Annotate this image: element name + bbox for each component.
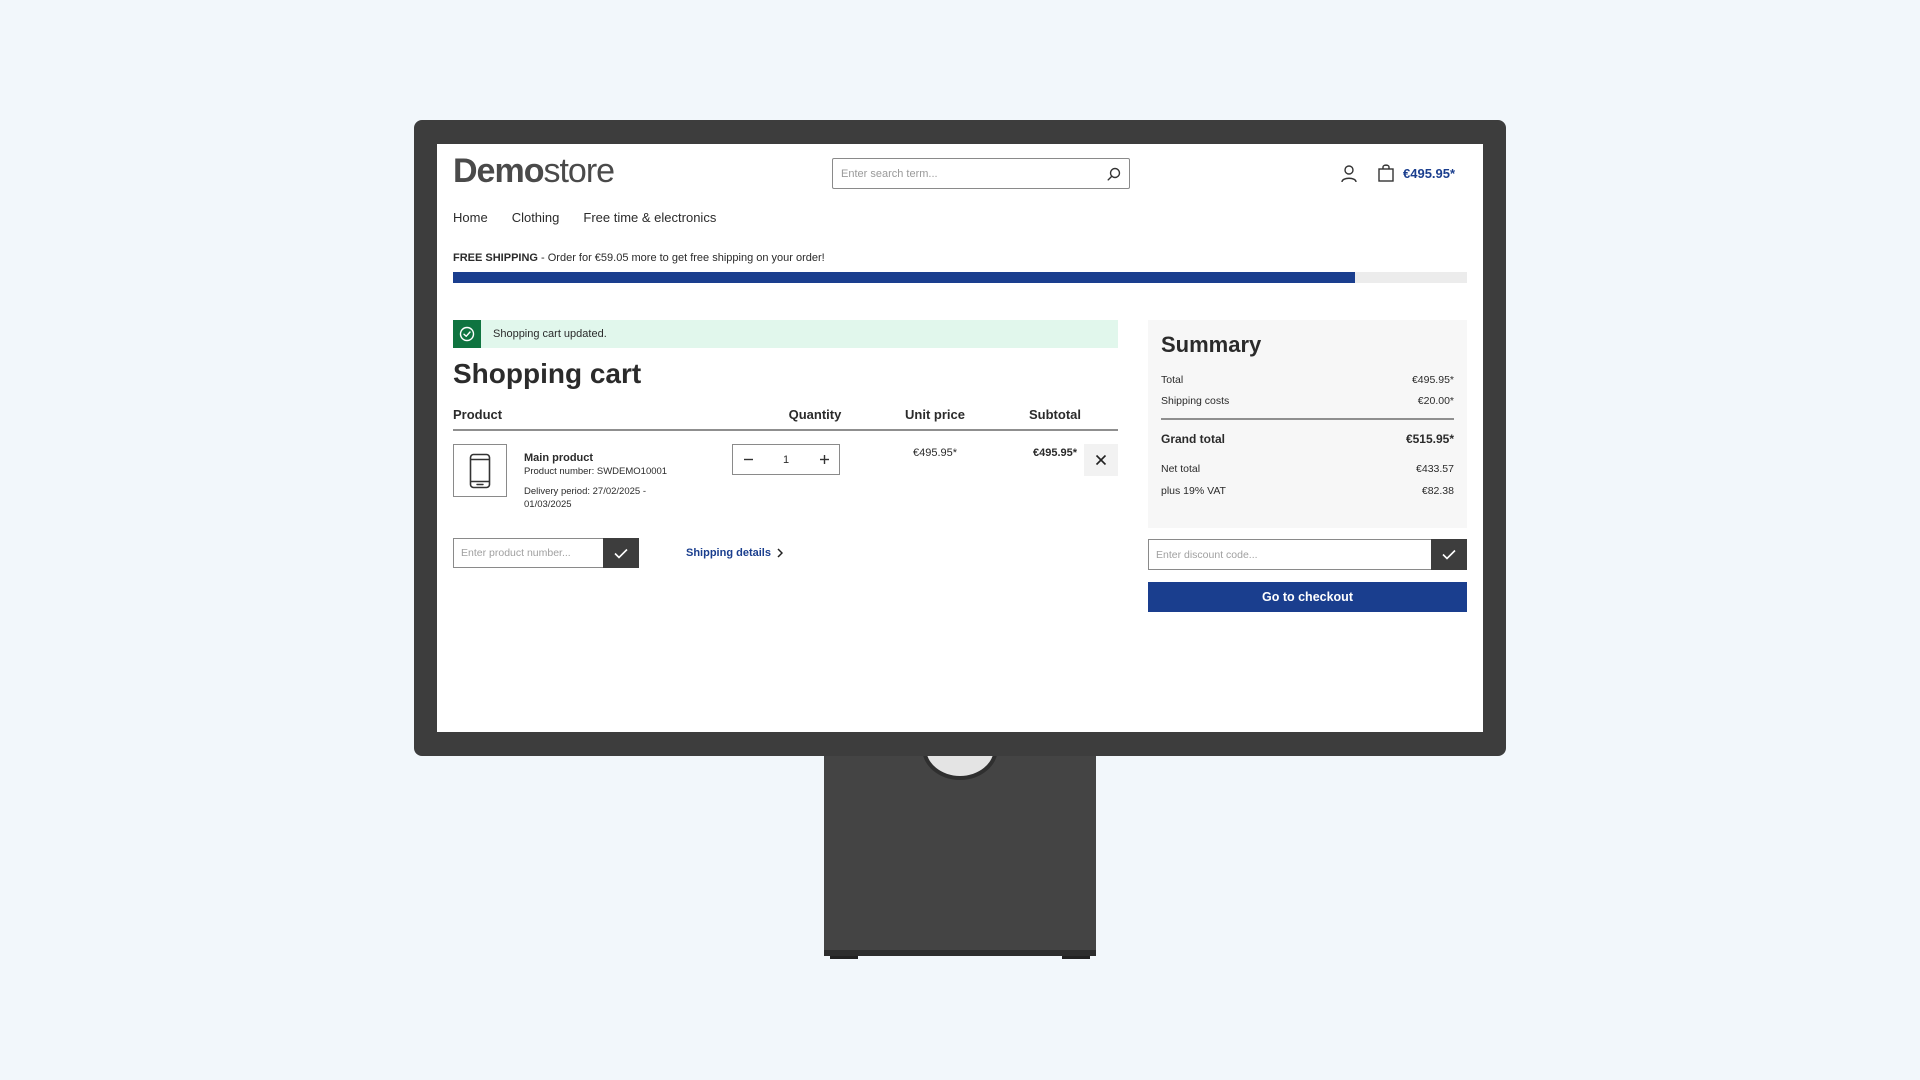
product-number: Product number: SWDEMO10001 [524,466,668,477]
monitor-stand-base [824,950,1096,956]
column-header-quantity: Quantity [788,407,842,422]
search-input[interactable] [841,167,1107,180]
summary-row-total: Total €495.95* [1161,374,1454,386]
summary-grand-total-label: Grand total [1161,432,1226,446]
checkmark-icon [614,548,628,559]
summary-total-label: Total [1161,374,1184,386]
column-header-unit-price: Unit price [905,407,965,422]
main-navigation: Home Clothing Free time & electronics [453,210,716,225]
chevron-right-icon [777,548,783,558]
minus-icon [743,458,753,461]
search-icon[interactable] [1107,167,1121,181]
account-icon[interactable] [1340,164,1358,184]
summary-title: Summary [1161,332,1262,357]
monitor-stand [824,756,1096,956]
product-image[interactable] [453,444,507,497]
free-shipping-label: FREE SHIPPING [453,252,538,264]
header-cart-total[interactable]: €495.95* [1403,166,1455,181]
check-circle-icon [459,326,475,342]
free-shipping-progress-bar [453,272,1467,283]
monitor-foot [1062,956,1090,959]
summary-net-total-label: Net total [1161,463,1201,475]
quantity-value[interactable]: 1 [763,454,809,466]
page-title: Shopping cart [453,358,642,389]
order-summary: Summary Total €495.95* Shipping costs €2… [1148,320,1467,528]
shipping-details-label: Shipping details [686,547,771,559]
add-product-button[interactable] [603,538,639,568]
summary-divider [1161,418,1454,420]
close-icon [1095,454,1107,466]
alert-message: Shopping cart updated. [493,328,607,340]
nav-item-home[interactable]: Home [453,210,488,225]
remove-item-button[interactable] [1084,444,1118,476]
search-bar [832,158,1130,189]
checkmark-icon [1442,549,1456,560]
free-shipping-message: FREE SHIPPING - Order for €59.05 more to… [453,252,825,264]
product-number-input[interactable] [453,538,603,568]
shopping-bag-icon[interactable] [1377,163,1395,183]
summary-row-vat: plus 19% VAT €82.38 [1161,485,1454,497]
table-divider [453,429,1118,431]
store-logo[interactable]: Demostore [453,152,615,191]
free-shipping-text: - Order for €59.05 more to get free ship… [537,252,825,264]
column-header-product: Product [453,407,503,422]
decrease-quantity-button[interactable] [733,445,763,474]
monitor-foot [830,956,858,959]
summary-grand-total-value: €515.95* [1405,432,1454,446]
shipping-details-link[interactable]: Shipping details [686,547,783,559]
alert-icon-box [453,320,481,348]
summary-total-value: €495.95* [1411,374,1454,386]
cart-updated-alert: Shopping cart updated. [453,320,1118,348]
free-shipping-progress-fill [453,272,1356,283]
item-unit-price: €495.95* [912,447,958,459]
summary-row-net-total: Net total €433.57 [1161,463,1454,475]
apply-discount-button[interactable] [1431,539,1467,570]
nav-item-free-time-electronics[interactable]: Free time & electronics [583,210,716,225]
increase-quantity-button[interactable] [809,445,839,474]
logo-regular-text: store [543,152,615,190]
discount-code-input[interactable] [1148,539,1431,570]
plus-icon [819,455,829,464]
summary-vat-label: plus 19% VAT [1161,485,1226,497]
summary-shipping-label: Shipping costs [1161,395,1230,407]
summary-row-shipping: Shipping costs €20.00* [1161,395,1454,407]
summary-row-grand-total: Grand total €515.95* [1161,432,1454,446]
nav-item-clothing[interactable]: Clothing [512,210,560,225]
quantity-stepper: 1 [732,444,840,475]
go-to-checkout-button[interactable]: Go to checkout [1148,582,1467,612]
summary-vat-value: €82.38 [1421,485,1454,497]
logo-bold-text: Demo [453,152,544,190]
summary-net-total-value: €433.57 [1416,463,1454,475]
summary-shipping-value: €20.00* [1417,395,1454,407]
browser-screen: Demostore €495.95* Home Clothing Free ti… [437,144,1483,732]
column-header-subtotal: Subtotal [1029,407,1081,422]
smartphone-icon [469,453,491,488]
product-delivery-period: Delivery period: 27/02/2025 - 01/03/2025 [524,486,646,510]
product-name[interactable]: Main product [524,452,593,464]
